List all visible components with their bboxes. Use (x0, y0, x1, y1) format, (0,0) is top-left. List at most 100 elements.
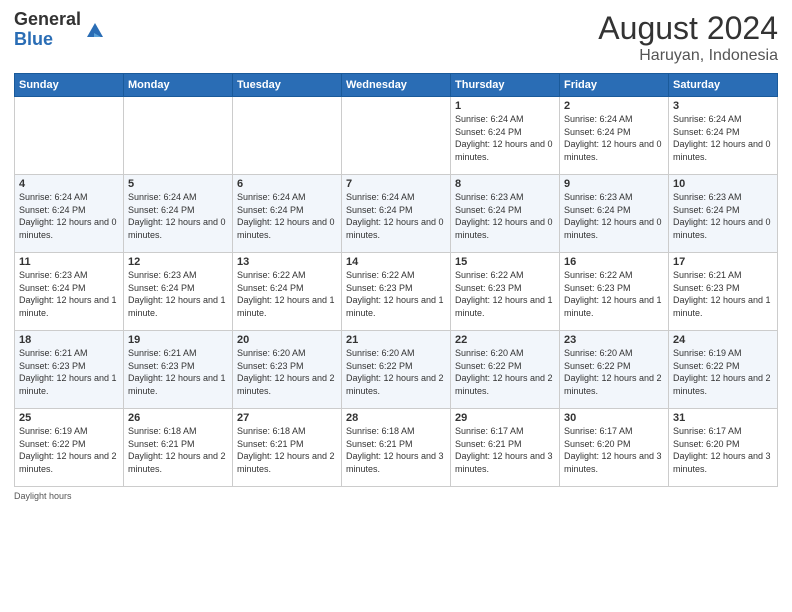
calendar-cell-23: 23 Sunrise: 6:20 AM Sunset: 6:22 PM Dayl… (560, 331, 669, 409)
weekday-header-thursday: Thursday (451, 74, 560, 97)
sunset: Sunset: 6:23 PM (19, 361, 86, 371)
day-info: Sunrise: 6:24 AM Sunset: 6:24 PM Dayligh… (673, 113, 773, 163)
daylight: Daylight: 12 hours and 2 minutes. (346, 373, 444, 396)
sunrise: Sunrise: 6:23 AM (128, 270, 197, 280)
day-info: Sunrise: 6:17 AM Sunset: 6:21 PM Dayligh… (455, 425, 555, 475)
daylight: Daylight: 12 hours and 2 minutes. (564, 373, 662, 396)
sunrise: Sunrise: 6:23 AM (673, 192, 742, 202)
calendar-cell-30: 30 Sunrise: 6:17 AM Sunset: 6:20 PM Dayl… (560, 409, 669, 487)
daylight: Daylight: 12 hours and 3 minutes. (455, 451, 553, 474)
day-number: 23 (564, 334, 664, 346)
sunset: Sunset: 6:22 PM (564, 361, 631, 371)
day-info: Sunrise: 6:23 AM Sunset: 6:24 PM Dayligh… (673, 191, 773, 241)
daylight: Daylight: 12 hours and 2 minutes. (673, 373, 771, 396)
daylight: Daylight: 12 hours and 2 minutes. (455, 373, 553, 396)
logo-icon (83, 19, 105, 41)
sunrise: Sunrise: 6:21 AM (19, 348, 88, 358)
sunset: Sunset: 6:22 PM (673, 361, 740, 371)
day-info: Sunrise: 6:21 AM Sunset: 6:23 PM Dayligh… (128, 347, 228, 397)
sunrise: Sunrise: 6:19 AM (673, 348, 742, 358)
calendar-cell-17: 17 Sunrise: 6:21 AM Sunset: 6:23 PM Dayl… (669, 253, 778, 331)
daylight-label: Daylight hours (14, 491, 72, 501)
calendar-cell-13: 13 Sunrise: 6:22 AM Sunset: 6:24 PM Dayl… (233, 253, 342, 331)
sunset: Sunset: 6:24 PM (237, 283, 304, 293)
sunrise: Sunrise: 6:24 AM (455, 114, 524, 124)
calendar-cell-empty (233, 97, 342, 175)
daylight: Daylight: 12 hours and 0 minutes. (564, 217, 662, 240)
daylight: Daylight: 12 hours and 0 minutes. (128, 217, 226, 240)
daylight: Daylight: 12 hours and 0 minutes. (19, 217, 117, 240)
sunset: Sunset: 6:23 PM (346, 283, 413, 293)
daylight: Daylight: 12 hours and 2 minutes. (237, 451, 335, 474)
calendar-week-row: 4 Sunrise: 6:24 AM Sunset: 6:24 PM Dayli… (15, 175, 778, 253)
calendar-cell-31: 31 Sunrise: 6:17 AM Sunset: 6:20 PM Dayl… (669, 409, 778, 487)
day-info: Sunrise: 6:19 AM Sunset: 6:22 PM Dayligh… (19, 425, 119, 475)
day-info: Sunrise: 6:22 AM Sunset: 6:23 PM Dayligh… (564, 269, 664, 319)
calendar-cell-12: 12 Sunrise: 6:23 AM Sunset: 6:24 PM Dayl… (124, 253, 233, 331)
sunset: Sunset: 6:24 PM (237, 205, 304, 215)
day-info: Sunrise: 6:24 AM Sunset: 6:24 PM Dayligh… (455, 113, 555, 163)
sunset: Sunset: 6:21 PM (455, 439, 522, 449)
sunrise: Sunrise: 6:24 AM (237, 192, 306, 202)
sunset: Sunset: 6:24 PM (564, 127, 631, 137)
weekday-header-row: SundayMondayTuesdayWednesdayThursdayFrid… (15, 74, 778, 97)
calendar-cell-25: 25 Sunrise: 6:19 AM Sunset: 6:22 PM Dayl… (15, 409, 124, 487)
calendar-cell-3: 3 Sunrise: 6:24 AM Sunset: 6:24 PM Dayli… (669, 97, 778, 175)
daylight: Daylight: 12 hours and 3 minutes. (673, 451, 771, 474)
day-number: 11 (19, 256, 119, 268)
day-info: Sunrise: 6:17 AM Sunset: 6:20 PM Dayligh… (673, 425, 773, 475)
sunset: Sunset: 6:23 PM (128, 361, 195, 371)
day-number: 8 (455, 178, 555, 190)
title-block: August 2024 Haruyan, Indonesia (598, 10, 778, 65)
day-number: 14 (346, 256, 446, 268)
day-info: Sunrise: 6:22 AM Sunset: 6:24 PM Dayligh… (237, 269, 337, 319)
day-number: 19 (128, 334, 228, 346)
day-number: 7 (346, 178, 446, 190)
weekday-header-wednesday: Wednesday (342, 74, 451, 97)
header: General Blue August 2024 Haruyan, Indone… (14, 10, 778, 65)
sunrise: Sunrise: 6:20 AM (346, 348, 415, 358)
sunrise: Sunrise: 6:22 AM (564, 270, 633, 280)
sunrise: Sunrise: 6:20 AM (237, 348, 306, 358)
calendar-cell-4: 4 Sunrise: 6:24 AM Sunset: 6:24 PM Dayli… (15, 175, 124, 253)
daylight: Daylight: 12 hours and 3 minutes. (346, 451, 444, 474)
sunrise: Sunrise: 6:21 AM (128, 348, 197, 358)
day-number: 13 (237, 256, 337, 268)
calendar-cell-9: 9 Sunrise: 6:23 AM Sunset: 6:24 PM Dayli… (560, 175, 669, 253)
sunrise: Sunrise: 6:19 AM (19, 426, 88, 436)
calendar-cell-11: 11 Sunrise: 6:23 AM Sunset: 6:24 PM Dayl… (15, 253, 124, 331)
daylight: Daylight: 12 hours and 3 minutes. (564, 451, 662, 474)
calendar-cell-1: 1 Sunrise: 6:24 AM Sunset: 6:24 PM Dayli… (451, 97, 560, 175)
day-info: Sunrise: 6:20 AM Sunset: 6:23 PM Dayligh… (237, 347, 337, 397)
daylight: Daylight: 12 hours and 1 minute. (455, 295, 553, 318)
day-number: 27 (237, 412, 337, 424)
sunset: Sunset: 6:22 PM (19, 439, 86, 449)
day-info: Sunrise: 6:18 AM Sunset: 6:21 PM Dayligh… (346, 425, 446, 475)
day-info: Sunrise: 6:24 AM Sunset: 6:24 PM Dayligh… (128, 191, 228, 241)
weekday-header-saturday: Saturday (669, 74, 778, 97)
daylight: Daylight: 12 hours and 2 minutes. (237, 373, 335, 396)
daylight: Daylight: 12 hours and 1 minute. (346, 295, 444, 318)
day-number: 26 (128, 412, 228, 424)
daylight: Daylight: 12 hours and 1 minute. (564, 295, 662, 318)
calendar-cell-19: 19 Sunrise: 6:21 AM Sunset: 6:23 PM Dayl… (124, 331, 233, 409)
calendar-cell-22: 22 Sunrise: 6:20 AM Sunset: 6:22 PM Dayl… (451, 331, 560, 409)
day-info: Sunrise: 6:24 AM Sunset: 6:24 PM Dayligh… (346, 191, 446, 241)
sunset: Sunset: 6:23 PM (455, 283, 522, 293)
day-info: Sunrise: 6:24 AM Sunset: 6:24 PM Dayligh… (19, 191, 119, 241)
sunrise: Sunrise: 6:22 AM (237, 270, 306, 280)
sunrise: Sunrise: 6:24 AM (19, 192, 88, 202)
day-number: 5 (128, 178, 228, 190)
sunrise: Sunrise: 6:22 AM (346, 270, 415, 280)
day-number: 10 (673, 178, 773, 190)
calendar-week-row: 18 Sunrise: 6:21 AM Sunset: 6:23 PM Dayl… (15, 331, 778, 409)
day-info: Sunrise: 6:18 AM Sunset: 6:21 PM Dayligh… (237, 425, 337, 475)
sunrise: Sunrise: 6:17 AM (564, 426, 633, 436)
day-number: 16 (564, 256, 664, 268)
footer: Daylight hours (14, 491, 778, 501)
weekday-header-monday: Monday (124, 74, 233, 97)
day-info: Sunrise: 6:23 AM Sunset: 6:24 PM Dayligh… (19, 269, 119, 319)
calendar-cell-empty (124, 97, 233, 175)
day-number: 31 (673, 412, 773, 424)
weekday-header-friday: Friday (560, 74, 669, 97)
